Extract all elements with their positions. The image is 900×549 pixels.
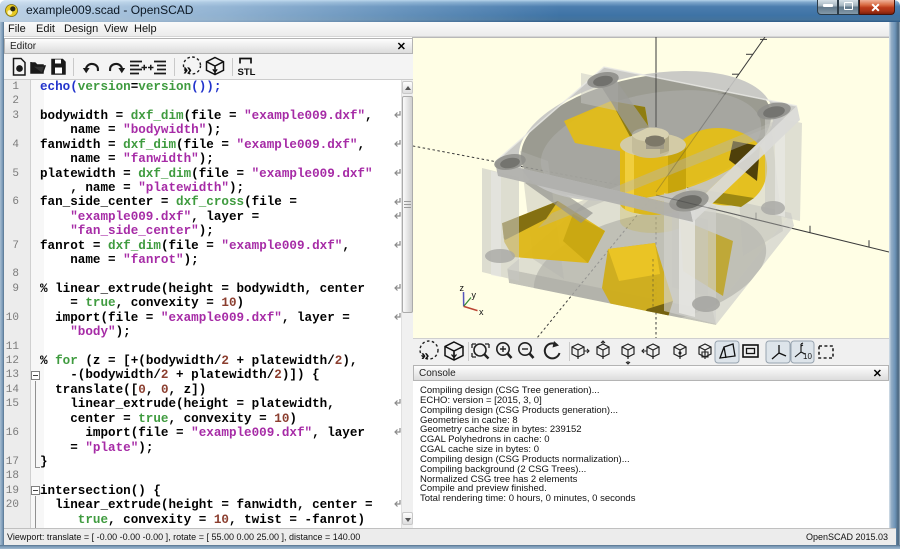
svg-text:y: y bbox=[472, 290, 477, 300]
svg-text:x: x bbox=[479, 307, 484, 317]
svg-text:»: » bbox=[183, 62, 192, 79]
svg-text:10: 10 bbox=[803, 352, 812, 361]
svg-text:»: » bbox=[421, 347, 429, 364]
svg-text:z: z bbox=[460, 283, 465, 293]
svg-text:STL: STL bbox=[238, 67, 256, 78]
